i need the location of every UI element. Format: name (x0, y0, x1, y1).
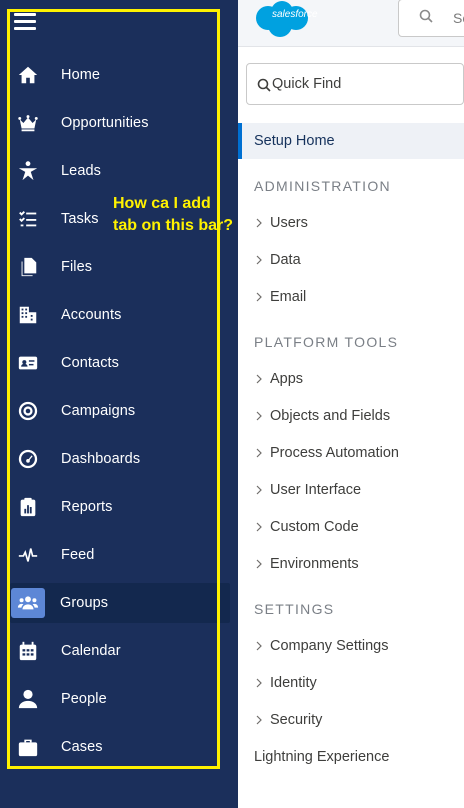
chevron-right-icon (256, 448, 262, 458)
tree-item-email[interactable]: Email (254, 287, 306, 307)
tree-item-label: Data (270, 252, 301, 268)
section-heading-administration: ADMINISTRATION (254, 178, 391, 194)
chevron-right-icon (256, 411, 262, 421)
setup-panel: salesforce Se Quick Find Setup Home ADMI… (238, 0, 464, 808)
chevron-right-icon (256, 218, 262, 228)
chevron-right-icon (256, 292, 262, 302)
logo-text: salesforce (272, 9, 318, 20)
annotation-line-2: tab on this bar? (113, 217, 233, 234)
tree-item-users[interactable]: Users (254, 213, 308, 233)
tree-item-label: Custom Code (270, 519, 359, 535)
tree-item-user-interface[interactable]: User Interface (254, 480, 361, 500)
setup-home-link[interactable]: Setup Home (238, 123, 464, 159)
tree-item-security[interactable]: Security (254, 710, 322, 730)
tree-item-label: Users (270, 215, 308, 231)
tree-item-environments[interactable]: Environments (254, 554, 359, 574)
app-nav-sidebar: Home Opportunities Leads Tasks Files Acc… (0, 0, 238, 808)
search-icon (419, 9, 433, 28)
global-search-input[interactable]: Se (398, 0, 464, 37)
question-annotation: How ca I add tab on this bar? (113, 193, 243, 237)
highlight-annotation-box (7, 9, 220, 769)
chevron-right-icon (256, 255, 262, 265)
chevron-right-icon (256, 559, 262, 569)
section-heading-settings: SETTINGS (254, 601, 335, 617)
search-placeholder: Se (453, 10, 464, 26)
tree-item-label: Identity (270, 675, 317, 691)
tree-item-label: Email (270, 289, 307, 305)
tree-item-identity[interactable]: Identity (254, 673, 317, 693)
tree-item-data[interactable]: Data (254, 250, 301, 270)
quick-find-input[interactable]: Quick Find (246, 63, 464, 105)
global-header: salesforce Se (238, 0, 464, 47)
quick-find-placeholder: Quick Find (272, 76, 342, 92)
search-icon (257, 78, 271, 97)
lightning-experience-link[interactable]: Lightning Experience (254, 749, 389, 765)
tree-item-label: Environments (270, 556, 359, 572)
chevron-right-icon (256, 485, 262, 495)
tree-item-label: User Interface (270, 482, 362, 498)
annotation-line-1: How ca I add (113, 195, 211, 212)
tree-item-company-settings[interactable]: Company Settings (254, 636, 388, 656)
chevron-right-icon (256, 715, 262, 725)
salesforce-logo[interactable]: salesforce (250, 0, 318, 40)
tree-item-objects-and-fields[interactable]: Objects and Fields (254, 406, 390, 426)
tree-item-label: Security (270, 712, 323, 728)
section-heading-platform-tools: PLATFORM TOOLS (254, 334, 399, 350)
tree-item-label: Objects and Fields (270, 408, 391, 424)
chevron-right-icon (256, 678, 262, 688)
tree-item-label: Apps (270, 371, 304, 387)
tree-item-apps[interactable]: Apps (254, 369, 303, 389)
tree-item-label: Process Automation (270, 445, 399, 461)
chevron-right-icon (256, 522, 262, 532)
tree-item-custom-code[interactable]: Custom Code (254, 517, 359, 537)
tree-item-label: Company Settings (270, 638, 389, 654)
chevron-right-icon (256, 641, 262, 651)
tree-item-process-automation[interactable]: Process Automation (254, 443, 399, 463)
setup-home-label: Setup Home (254, 133, 335, 149)
chevron-right-icon (256, 374, 262, 384)
